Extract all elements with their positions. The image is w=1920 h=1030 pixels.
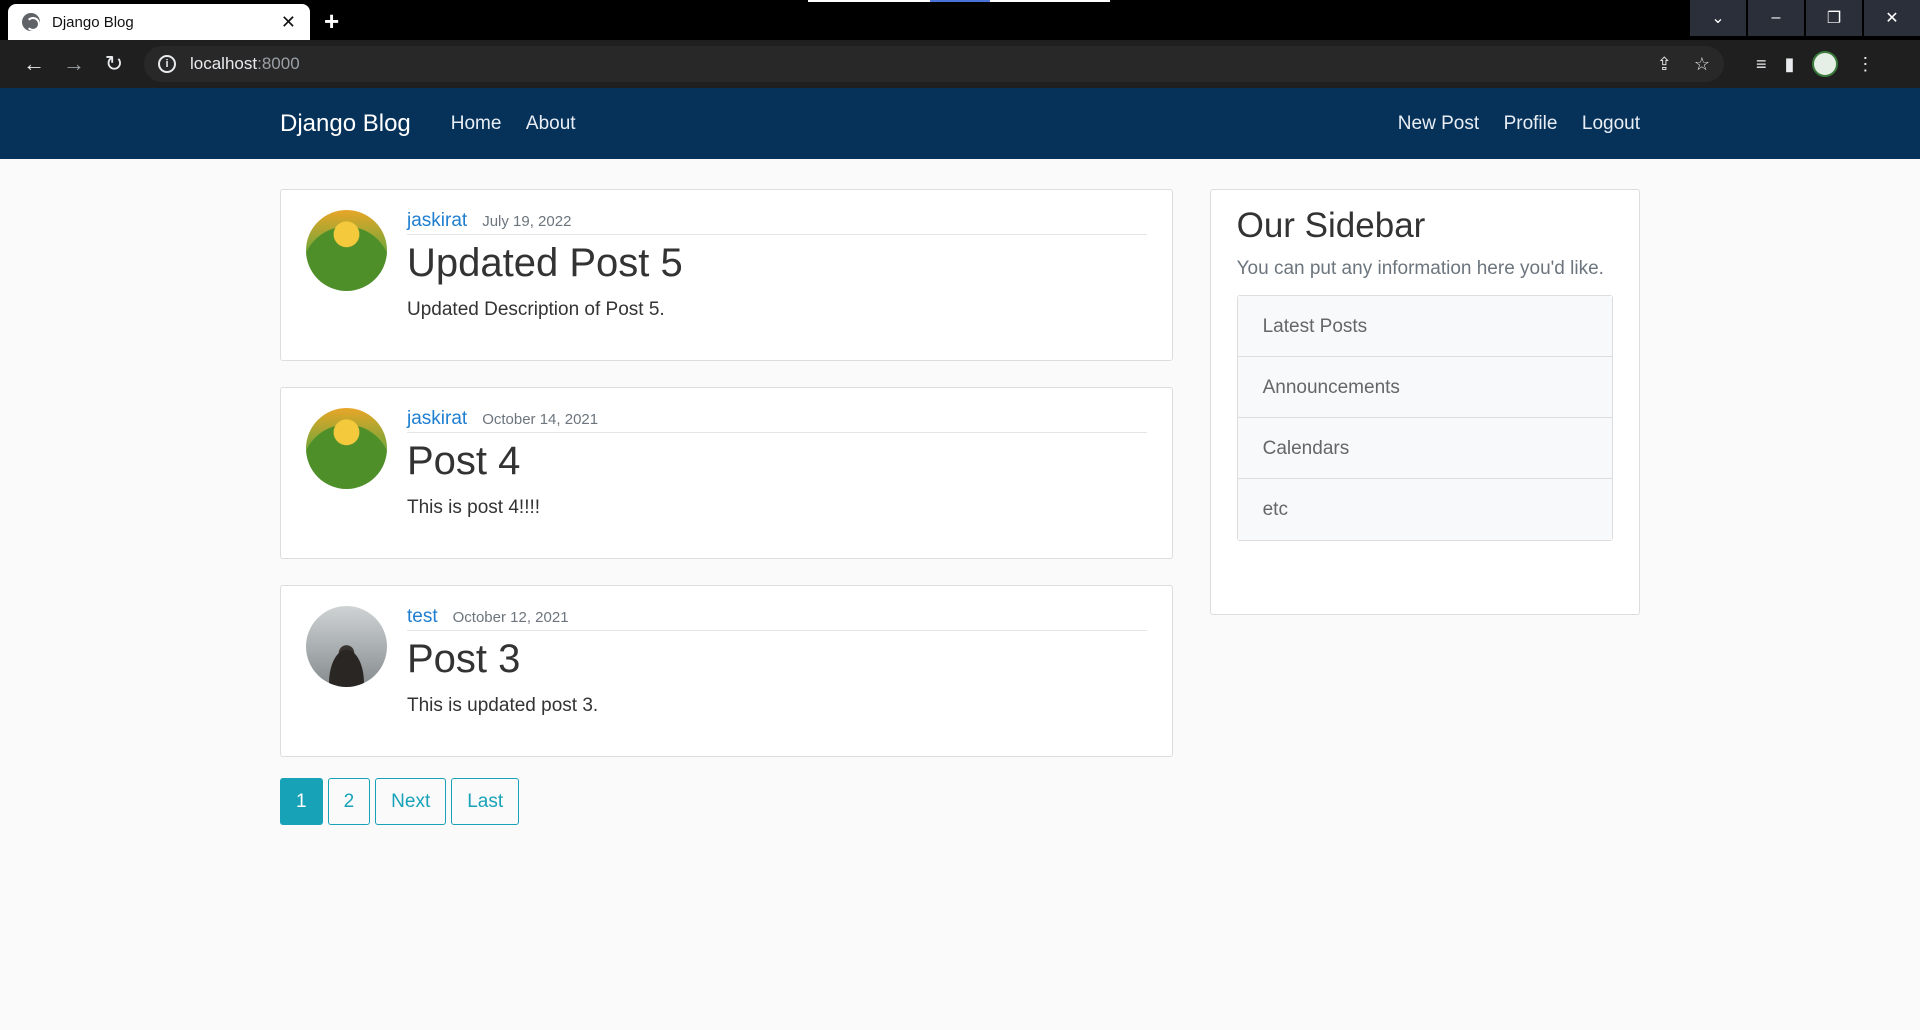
sidebar-item-announcements[interactable]: Announcements (1237, 357, 1612, 419)
menu-kebab-icon[interactable]: ⋮ (1856, 54, 1874, 75)
browser-tab-bar: Django Blog ✕ + ⌄ – ❐ ✕ (0, 0, 1920, 40)
site-info-icon[interactable]: i (158, 55, 176, 73)
post-card: jaskirat October 14, 2021 Post 4 This is… (280, 387, 1173, 559)
window-controls: ⌄ – ❐ ✕ (1688, 0, 1920, 36)
post-date: October 12, 2021 (452, 609, 569, 626)
url-port: :8000 (257, 54, 300, 73)
tab-close-icon[interactable]: ✕ (281, 12, 296, 33)
nav-about-link[interactable]: About (526, 113, 576, 134)
address-bar-row: ← → ↻ i localhost:8000 ⇪ ☆ ≡ ▮ ⋮ (0, 40, 1920, 88)
url-host: localhost (190, 54, 258, 73)
sidebar-item-calendars[interactable]: Calendars (1237, 418, 1612, 480)
post-author-link[interactable]: test (407, 606, 438, 628)
page-1-button[interactable]: 1 (280, 778, 323, 825)
nav-right: New Post Profile Logout (1398, 113, 1640, 135)
forward-arrow-icon[interactable]: → (54, 51, 94, 77)
tab-search-button[interactable]: ⌄ (1690, 0, 1746, 36)
author-avatar (306, 408, 387, 489)
post-title-link[interactable]: Updated Post 5 (407, 241, 1147, 285)
new-tab-button[interactable]: + (324, 6, 339, 37)
reading-list-icon[interactable]: ≡ (1756, 54, 1767, 75)
post-card: jaskirat July 19, 2022 Updated Post 5 Up… (280, 189, 1173, 361)
post-date: October 14, 2021 (482, 411, 599, 428)
post-card: test October 12, 2021 Post 3 This is upd… (280, 585, 1173, 757)
author-avatar (306, 606, 387, 687)
sidebar-item-etc[interactable]: etc (1237, 479, 1612, 541)
post-title-link[interactable]: Post 3 (407, 637, 1147, 681)
sidebar-title: Our Sidebar (1236, 206, 1426, 245)
browser-tab[interactable]: Django Blog ✕ (8, 4, 310, 40)
side-panel-icon[interactable]: ▮ (1785, 54, 1795, 75)
post-author-link[interactable]: jaskirat (407, 408, 467, 430)
nav-left: Home About (451, 113, 596, 135)
next-page-button[interactable]: Next (375, 778, 447, 825)
last-page-button[interactable]: Last (451, 778, 520, 825)
author-avatar (306, 210, 387, 291)
post-author-link[interactable]: jaskirat (407, 210, 467, 232)
tab-title: Django Blog (52, 13, 134, 31)
restore-button[interactable]: ❐ (1806, 0, 1862, 36)
reload-icon[interactable]: ↻ (94, 51, 134, 77)
url-input[interactable]: i localhost:8000 ⇪ ☆ (144, 46, 1724, 82)
share-icon[interactable]: ⇪ (1657, 54, 1672, 75)
tab-strip-indicator-accent (930, 0, 990, 2)
post-title-link[interactable]: Post 4 (407, 439, 1147, 483)
post-date: July 19, 2022 (482, 213, 572, 230)
nav-home-link[interactable]: Home (451, 113, 502, 134)
back-arrow-icon[interactable]: ← (14, 51, 54, 77)
post-content: Updated Description of Post 5. (407, 299, 665, 320)
profile-avatar[interactable] (1812, 51, 1839, 77)
nav-new-post-link[interactable]: New Post (1398, 113, 1479, 134)
close-window-button[interactable]: ✕ (1864, 0, 1920, 36)
nav-logout-link[interactable]: Logout (1582, 113, 1640, 134)
minimize-button[interactable]: – (1748, 0, 1804, 36)
brand-link[interactable]: Django Blog (280, 110, 411, 138)
site-navbar: Django Blog Home About New Post Profile … (0, 88, 1920, 159)
pagination: 1 2 Next Last (280, 778, 1173, 825)
post-content: This is post 4!!!! (407, 497, 541, 518)
post-content: This is updated post 3. (407, 695, 599, 716)
sidebar-text: You can put any information here you'd l… (1236, 258, 1604, 279)
browser-toolbar: ≡ ▮ ⋮ (1738, 51, 1874, 77)
sidebar-item-latest-posts[interactable]: Latest Posts (1237, 296, 1612, 358)
post-list: jaskirat July 19, 2022 Updated Post 5 Up… (280, 189, 1173, 825)
globe-icon (22, 13, 40, 31)
sidebar-list: Latest Posts Announcements Calendars etc (1236, 295, 1613, 542)
sidebar: Our Sidebar You can put any information … (1209, 189, 1640, 615)
content-container: jaskirat July 19, 2022 Updated Post 5 Up… (265, 159, 1655, 825)
nav-profile-link[interactable]: Profile (1504, 113, 1558, 134)
star-icon[interactable]: ☆ (1694, 54, 1710, 75)
page-2-button[interactable]: 2 (327, 778, 371, 825)
